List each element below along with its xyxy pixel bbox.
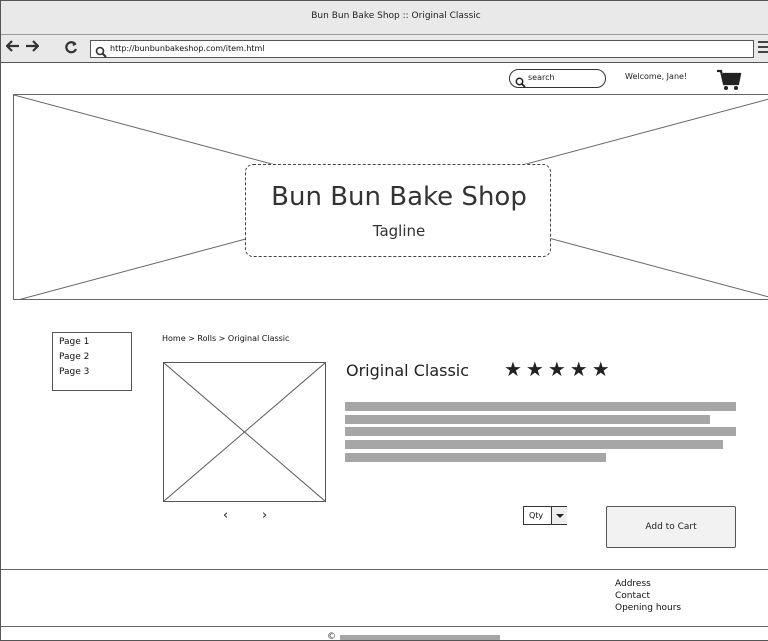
title-bar: Bun Bun Bake Shop :: Original Classic: [1, 1, 768, 35]
forward-arrow-icon[interactable]: [25, 40, 40, 57]
site-tagline: Tagline: [372, 222, 426, 240]
welcome-message: Welcome, Jane!: [625, 72, 688, 81]
quantity-select[interactable]: Qty: [523, 506, 567, 525]
hero-banner: Bun Bun Bake Shop Tagline: [13, 94, 768, 300]
site-title: Bun Bun Bake Shop: [271, 182, 527, 212]
add-to-cart-button[interactable]: Add to Cart: [606, 506, 736, 548]
quantity-label: Qty: [529, 511, 544, 520]
back-arrow-icon[interactable]: [5, 40, 20, 57]
footer-divider: [1, 569, 768, 570]
url-text: http://bunbunbakeshop.com/item.html: [110, 44, 265, 53]
description-text-placeholder: [345, 453, 606, 462]
reload-icon[interactable]: [64, 40, 78, 59]
hamburger-menu-icon[interactable]: [758, 41, 768, 57]
footer-links: Address Contact Opening hours: [615, 578, 681, 614]
url-input[interactable]: http://bunbunbakeshop.com/item.html: [90, 40, 754, 58]
window-title: Bun Bun Bake Shop :: Original Classic: [311, 11, 481, 21]
next-image-button[interactable]: ›: [262, 508, 267, 523]
chevron-down-icon[interactable]: [551, 507, 567, 524]
search-icon: [515, 73, 526, 92]
sidenav-item-page-3[interactable]: Page 3: [59, 367, 89, 377]
browser-window: Bun Bun Bake Shop :: Original Classic ht…: [0, 0, 768, 641]
copyright-symbol: ©: [327, 632, 336, 641]
footer-link-address[interactable]: Address: [615, 578, 681, 590]
description-text-placeholder: [345, 402, 736, 411]
copyright-text-placeholder: [340, 635, 500, 640]
sidenav-item-page-1[interactable]: Page 1: [59, 337, 89, 347]
search-icon: [95, 43, 107, 62]
previous-image-button[interactable]: ‹: [223, 508, 228, 523]
shopping-cart-icon[interactable]: [716, 68, 742, 92]
footer-link-contact[interactable]: Contact: [615, 590, 681, 602]
product-image-placeholder: [163, 362, 326, 502]
product-name: Original Classic: [346, 361, 470, 380]
footer-link-opening-hours[interactable]: Opening hours: [615, 602, 681, 614]
breadcrumb[interactable]: Home > Rolls > Original Classic: [162, 334, 289, 343]
star-rating: ★★★★★: [504, 357, 614, 381]
side-navigation: Page 1 Page 2 Page 3: [52, 332, 132, 391]
copyright-divider: [1, 626, 768, 627]
description-text-placeholder: [345, 415, 710, 424]
address-bar: http://bunbunbakeshop.com/item.html: [1, 35, 768, 63]
search-placeholder: search: [528, 73, 555, 82]
description-text-placeholder: [345, 427, 736, 436]
sidenav-item-page-2[interactable]: Page 2: [59, 352, 89, 362]
site-search-input[interactable]: search: [509, 69, 606, 88]
hero-title-box: Bun Bun Bake Shop Tagline: [245, 164, 551, 257]
description-text-placeholder: [345, 440, 723, 449]
